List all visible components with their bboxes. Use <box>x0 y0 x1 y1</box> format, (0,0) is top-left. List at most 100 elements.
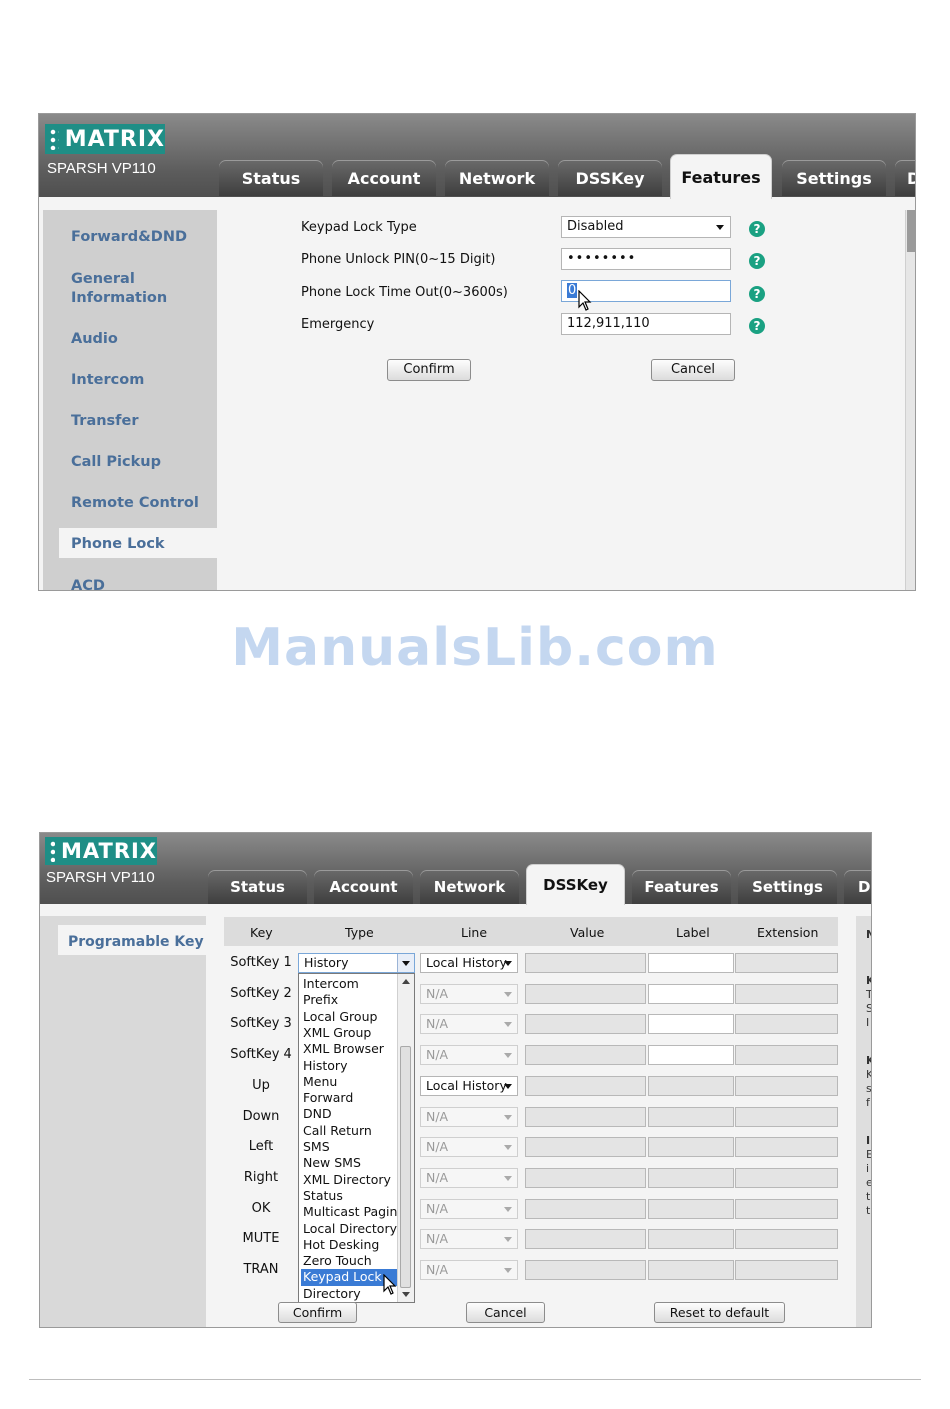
row-extension-field <box>735 1107 838 1127</box>
reset-to-default-button[interactable]: Reset to default <box>654 1302 785 1323</box>
chevron-down-icon <box>716 225 724 230</box>
tab-status[interactable]: Status <box>208 870 307 904</box>
help-panel-glyph: K <box>866 974 871 987</box>
tab-settings[interactable]: Settings <box>738 870 837 904</box>
cancel-button[interactable]: Cancel <box>466 1302 545 1323</box>
dropdown-option[interactable]: Menu <box>301 1074 397 1090</box>
row-line-select: N/A <box>420 984 518 1004</box>
page-footer-rule <box>29 1379 921 1380</box>
tab-features[interactable]: Features <box>670 154 772 199</box>
tab-account[interactable]: Account <box>332 160 436 196</box>
sidebar-item-call-pickup[interactable]: Call Pickup <box>71 453 161 472</box>
dropdown-option[interactable]: XML Group <box>301 1025 397 1041</box>
logo-dots-icon <box>49 840 55 862</box>
unlock-pin-label: Phone Unlock PIN(0~15 Digit) <box>301 252 496 267</box>
tab-settings[interactable]: Settings <box>782 160 886 196</box>
dropdown-option[interactable]: Intercom <box>301 976 397 992</box>
sidebar-item-acd[interactable]: ACD <box>71 577 105 590</box>
help-panel-glyph: t <box>866 1204 871 1217</box>
row-label-field[interactable] <box>648 1014 734 1034</box>
row-line-select: N/A <box>420 1014 518 1034</box>
row-label-field[interactable] <box>648 953 734 973</box>
help-icon[interactable]: ? <box>749 221 765 237</box>
row-extension-field <box>735 1014 838 1034</box>
scrollbar-thumb[interactable] <box>400 1046 411 1288</box>
tab-status[interactable]: Status <box>219 160 323 196</box>
column-label: Label <box>676 925 710 940</box>
dropdown-option[interactable]: New SMS <box>301 1155 397 1171</box>
help-icon[interactable]: ? <box>749 253 765 269</box>
dropdown-option[interactable]: Local Group <box>301 1009 397 1025</box>
dropdown-option[interactable]: Local Directory <box>301 1221 397 1237</box>
tab-dsskey[interactable]: DSSKey <box>558 160 662 196</box>
row-label-field <box>648 1168 734 1188</box>
tab-network[interactable]: Network <box>445 160 549 196</box>
emergency-field[interactable]: 112,911,110 <box>561 313 731 335</box>
sidebar-item-programable-key[interactable]: Programable Key <box>68 933 204 952</box>
scrollbar-thumb[interactable] <box>907 210 915 252</box>
dropdown-option[interactable]: Hot Desking <box>301 1237 397 1253</box>
row-line-value: N/A <box>426 1047 449 1062</box>
sidebar-item-phone-lock[interactable]: Phone Lock <box>71 535 165 554</box>
dropdown-option[interactable]: Multicast Paging <box>301 1204 405 1220</box>
dropdown-option[interactable]: DND <box>301 1106 397 1122</box>
dropdown-option[interactable]: Call Return <box>301 1123 397 1139</box>
tab-dsskey[interactable]: DSSKey <box>526 864 625 905</box>
tab-network[interactable]: Network <box>420 870 519 904</box>
tab-features[interactable]: Features <box>632 870 731 904</box>
dropdown-option[interactable]: XML Directory <box>301 1172 397 1188</box>
help-panel-glyph: I <box>866 1016 870 1029</box>
cancel-button[interactable]: Cancel <box>651 359 735 381</box>
tab-account[interactable]: Account <box>314 870 413 904</box>
dropdown-option[interactable]: XML Browser <box>301 1041 397 1057</box>
lock-timeout-label: Phone Lock Time Out(0~3600s) <box>301 285 508 300</box>
dropdown-option[interactable]: Status <box>301 1188 397 1204</box>
row-extension-field <box>735 1137 838 1157</box>
help-panel-glyph: e <box>866 1176 871 1189</box>
chevron-down-icon <box>504 1145 512 1150</box>
tab-more[interactable]: Di <box>844 870 871 904</box>
sidebar-item-transfer[interactable]: Transfer <box>71 412 138 431</box>
dropdown-option[interactable]: SMS <box>301 1139 397 1155</box>
tab-more[interactable]: D <box>895 160 915 196</box>
dropdown-option[interactable]: Forward <box>301 1090 397 1106</box>
confirm-button[interactable]: Confirm <box>387 359 471 381</box>
sidebar-item-forward-dnd[interactable]: Forward&DND <box>71 228 187 247</box>
vertical-scrollbar[interactable] <box>905 210 915 590</box>
dropdown-option[interactable]: Zero Touch <box>301 1253 397 1269</box>
row-line-value: N/A <box>426 1201 449 1216</box>
scroll-up-arrow-icon[interactable] <box>402 979 410 984</box>
help-panel-glyph: s <box>866 1082 872 1095</box>
row-label-field[interactable] <box>648 984 734 1004</box>
softkey-type-select[interactable]: History <box>298 953 415 973</box>
emergency-label: Emergency <box>301 317 375 332</box>
help-panel-glyph: N <box>866 928 871 941</box>
sidebar-item-remote-control[interactable]: Remote Control <box>71 494 199 513</box>
help-icon[interactable]: ? <box>749 318 765 334</box>
help-icon[interactable]: ? <box>749 286 765 302</box>
chevron-down-icon <box>504 1268 512 1273</box>
unlock-pin-field[interactable]: •••••••• <box>561 248 731 270</box>
type-dropdown-list[interactable]: Intercom Prefix Local Group XML Group XML Br… <box>298 973 415 1303</box>
keypad-lock-type-select[interactable]: Disabled <box>561 216 731 238</box>
dropdown-scrollbar[interactable] <box>397 974 414 1302</box>
scroll-down-arrow-icon[interactable] <box>402 1292 410 1297</box>
sidebar-item-intercom[interactable]: Intercom <box>71 371 144 390</box>
confirm-button[interactable]: Confirm <box>278 1302 357 1323</box>
help-panel-glyph: K <box>866 1068 871 1081</box>
row-line-select[interactable]: Local History <box>420 953 518 973</box>
row-line-select: N/A <box>420 1045 518 1065</box>
row-extension-field <box>735 984 838 1004</box>
row-key-label: Down <box>242 1109 280 1124</box>
row-line-select[interactable]: Local History <box>420 1076 518 1096</box>
row-extension-field <box>735 953 838 973</box>
dropdown-option[interactable]: Prefix <box>301 992 397 1008</box>
row-label-field[interactable] <box>648 1045 734 1065</box>
sidebar-item-general-information[interactable]: General Information <box>71 270 191 308</box>
sidebar-item-audio[interactable]: Audio <box>71 330 118 349</box>
row-label-field <box>648 1076 734 1096</box>
dropdown-option[interactable]: History <box>301 1058 397 1074</box>
dropdown-button[interactable] <box>397 954 414 972</box>
help-panel-glyph: I <box>866 1134 871 1147</box>
row-value-field <box>525 1137 646 1157</box>
